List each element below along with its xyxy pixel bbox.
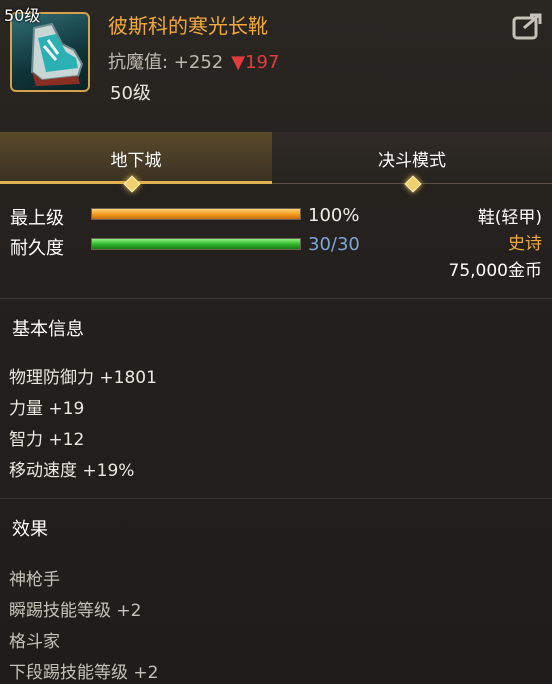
rarity: 史诗 [508, 234, 542, 254]
price: 75,000金币 [448, 261, 542, 281]
item-level: 50级 [110, 83, 151, 104]
magic-resist-value: 抗魔值: +252 [108, 52, 224, 73]
tab-dungeon[interactable]: 地下城 [0, 132, 272, 184]
durability-bar-fill [92, 239, 300, 249]
tab-dungeon-label: 地下城 [110, 151, 162, 171]
basic-info-line: 移动速度 +19% [9, 461, 135, 481]
divider [0, 498, 552, 499]
item-name: 彼斯科的寒光长靴 [108, 14, 268, 38]
tab-duel-label: 决斗模式 [378, 151, 446, 171]
basic-info-line: 智力 +12 [9, 430, 85, 450]
effects-title: 效果 [12, 519, 48, 540]
basic-info-line: 物理防御力 +1801 [9, 368, 157, 388]
icon-level-badge: 50级 [4, 6, 41, 25]
effect-line: 瞬踢技能等级 +2 [9, 601, 142, 621]
effect-line: 格斗家 [9, 632, 60, 652]
upgrade-bar-fill [92, 209, 300, 219]
durability-value: 30/30 [308, 234, 360, 255]
magic-resist-diff: ▼197 [231, 52, 280, 73]
divider [0, 298, 552, 299]
upgrade-bar [91, 208, 301, 220]
upgrade-label: 最上级 [10, 208, 64, 229]
slot-type: 鞋(轻甲) [477, 208, 542, 228]
effect-line: 神枪手 [9, 570, 60, 590]
upgrade-percent: 100% [308, 205, 360, 226]
durability-label: 耐久度 [10, 238, 64, 259]
basic-info-line: 力量 +19 [9, 399, 85, 419]
effect-line: 下段踢技能等级 +2 [9, 663, 159, 683]
basic-info-title: 基本信息 [12, 319, 84, 340]
magic-resist: 抗魔值: +252 ▼197 [108, 48, 279, 74]
share-icon[interactable] [512, 12, 544, 40]
durability-bar [91, 238, 301, 250]
